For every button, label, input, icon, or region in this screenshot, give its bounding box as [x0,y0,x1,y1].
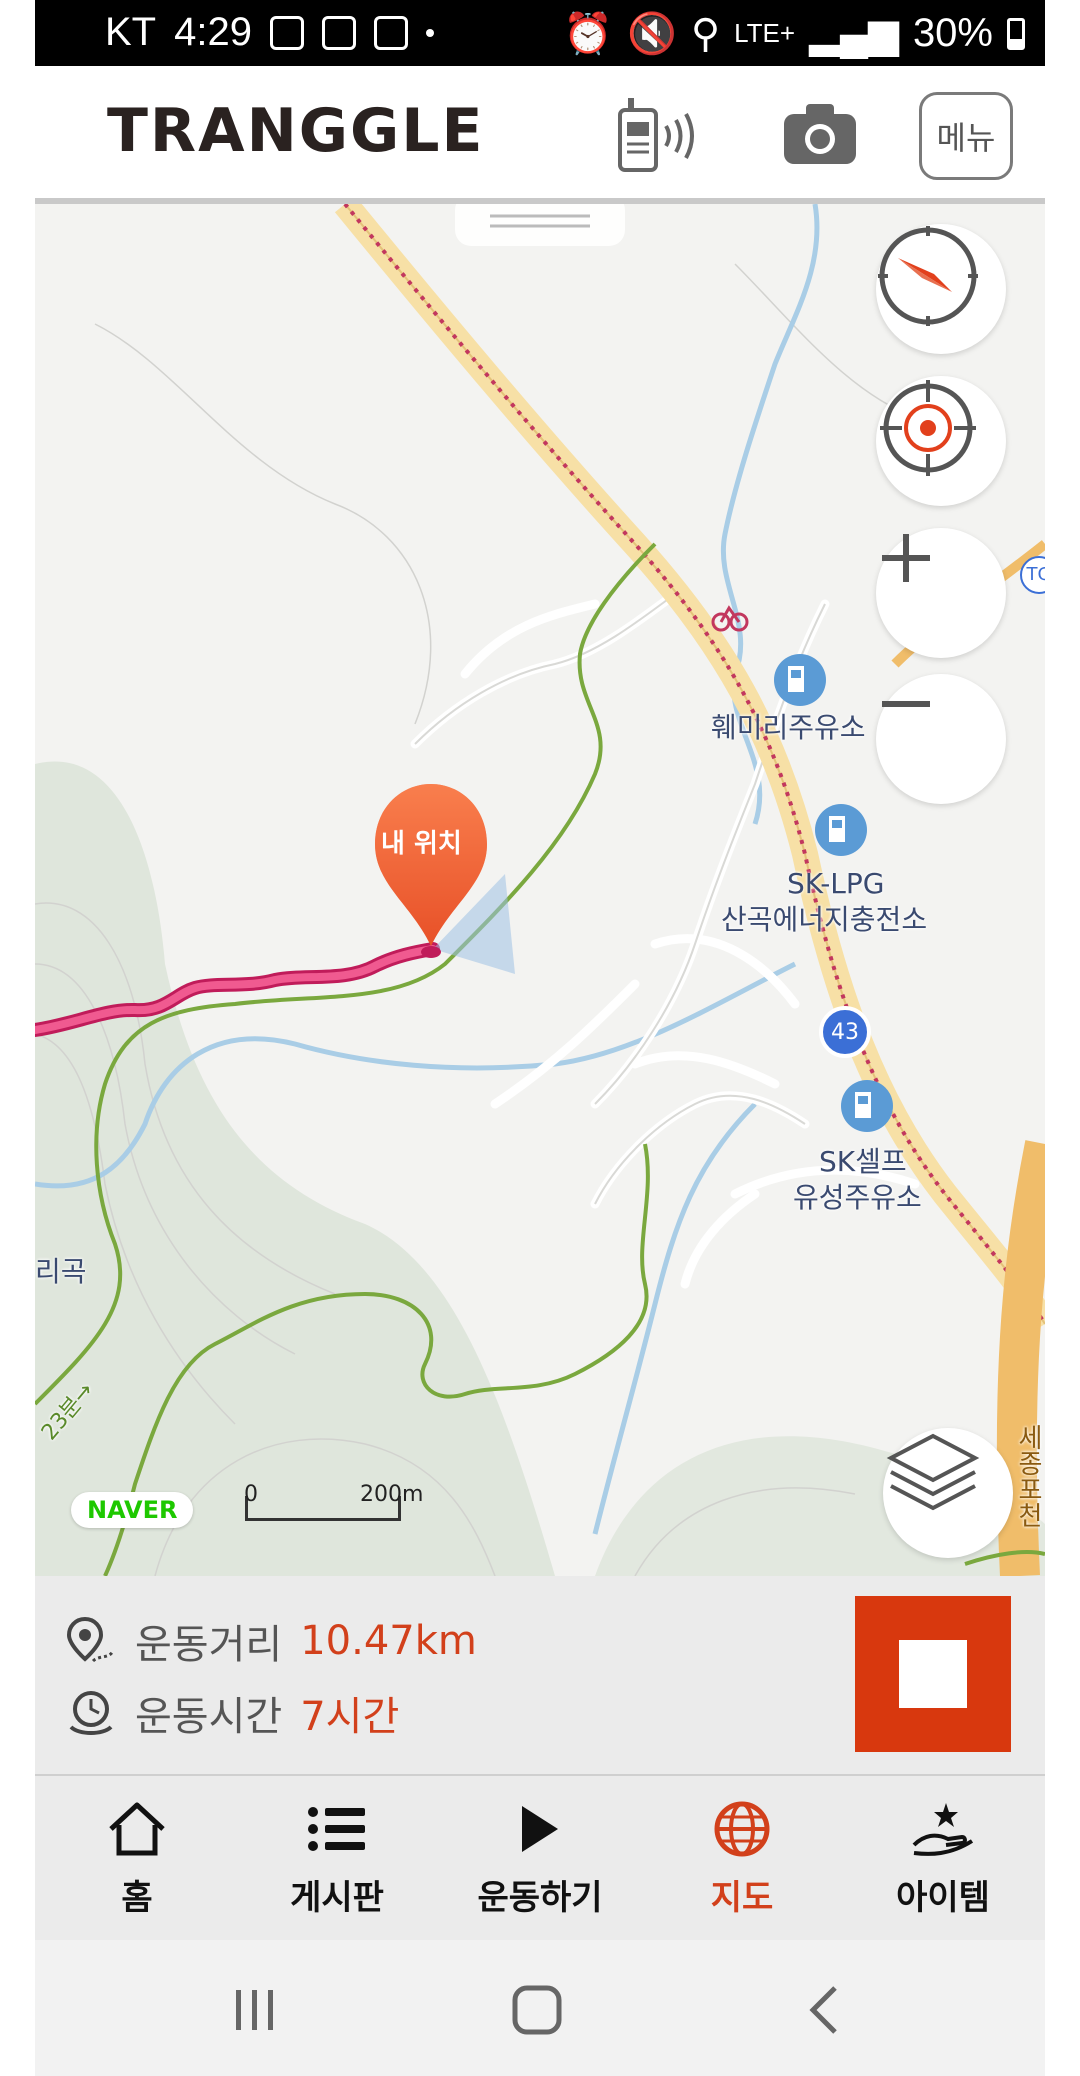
distance-label: 운동거리 [135,1622,283,1668]
status-right: ⏰ 🔇 ⚲ LTE+ ▂▄▆ 30% [563,10,1025,57]
map-scale-bar: 0 200m [244,1482,423,1521]
route-pin-icon [66,1616,115,1663]
bicycle-icon [711,605,749,632]
signal-icon: ▂▄▆ [809,11,899,56]
drag-handle[interactable] [455,204,625,246]
list-icon [308,1807,365,1851]
place-label: 리곡 [35,1255,87,1288]
news-notification-icon [373,15,408,50]
poi-label-station2-line1[interactable]: SK-LPG [787,866,884,902]
nav-board[interactable]: 게시판 [247,1796,427,1919]
clock-location-icon [69,1691,113,1735]
home-square-icon [512,1985,562,2035]
clock-text: 4:29 [174,10,252,54]
nav-map-label: 지도 [710,1878,774,1918]
location-icon: ⚲ [690,11,721,56]
home-icon [109,1802,165,1856]
status-bar: KT 4:29 ⏰ 🔇 ⚲ LTE+ ▂▄▆ 30% [35,0,1045,66]
camera-button[interactable] [770,92,870,174]
distance-row: 운동거리 10.47km [65,1612,477,1670]
distance-value: 10.47km [300,1618,477,1664]
recent-apps-button[interactable] [230,1986,280,2038]
menu-button[interactable]: 메뉴 [919,92,1013,180]
globe-icon [714,1801,770,1857]
gas-station-icon[interactable] [774,654,826,706]
layers-icon [886,1433,980,1511]
nav-board-label: 게시판 [290,1878,384,1918]
time-row: 운동시간 7시간 [65,1684,399,1742]
network-text: LTE+ [734,18,796,48]
hand-star-icon [912,1803,974,1856]
mute-icon: 🔇 [627,12,677,56]
app-header: TRANGGLE 메뉴 [35,66,1045,204]
poi-label-station2-line2[interactable]: 산곡에너지충전소 [721,902,927,938]
nav-home[interactable]: 홈 [47,1796,227,1919]
time-value: 7시간 [300,1694,400,1740]
my-location-label: 내 위치 [381,829,462,859]
nav-item-shop[interactable]: 아이템 [853,1796,1033,1919]
zoom-out-button[interactable] [876,674,1006,804]
route-number-label: 43 [831,1020,859,1045]
road-outlines [414,593,826,1205]
stop-icon [899,1640,967,1708]
nav-item-shop-label: 아이템 [896,1878,990,1918]
battery-icon [1007,17,1025,50]
scale-end-label: 200m [360,1482,424,1507]
alarm-icon: ⏰ [563,12,614,56]
gas-station-icon[interactable] [815,804,867,856]
poi-label-station3-line1[interactable]: SK셀프 [819,1144,907,1180]
time-label: 운동시간 [135,1694,283,1740]
compass-button[interactable] [876,224,1006,354]
stop-workout-button[interactable] [855,1596,1011,1752]
workout-info-panel: 운동거리 10.47km 운동시간 7시간 [35,1576,1045,1776]
tranggle-logo[interactable]: TRANGGLE [107,96,485,166]
walkie-talkie-button[interactable] [605,92,715,174]
minus-icon [882,701,930,707]
recent-apps-icon [236,1990,273,2030]
camera-icon [784,104,856,164]
nav-exercise-label: 운동하기 [477,1878,603,1918]
walkie-talkie-icon [618,98,694,172]
system-nav-bar [35,1940,1045,2076]
bottom-nav: 홈 게시판 운동하기 지도 아이템 [35,1776,1045,1940]
crosshair-icon [880,380,976,476]
status-left: KT 4:29 [105,10,434,55]
plus-icon [882,534,930,582]
naver-logo: NAVER [71,1492,194,1528]
nav-map[interactable]: 지도 [652,1796,832,1919]
poi-label-station1[interactable]: 훼미리주유소 [711,710,866,746]
home-system-button[interactable] [511,1984,563,2040]
back-chevron-icon [809,1986,837,2034]
app-frame: KT 4:29 ⏰ 🔇 ⚲ LTE+ ▂▄▆ 30% TRANGGLE 메뉴 내… [35,0,1045,2076]
battery-text: 30% [912,11,993,55]
back-button[interactable] [805,1984,845,2040]
zoom-in-button[interactable] [876,528,1006,658]
nav-home-label: 홈 [121,1878,153,1918]
nav-exercise[interactable]: 운동하기 [450,1796,630,1919]
layers-button[interactable] [883,1428,1013,1558]
poi-label-station3-line2[interactable]: 유성주유소 [793,1180,922,1216]
map-view[interactable]: 내 위치 훼미리주유소 SK-LPG 산곡에너지충전소 SK셀프 유성주유소 4… [35,204,1045,1576]
my-location-button[interactable] [876,376,1006,506]
scale-start-label: 0 [244,1482,258,1507]
carrier-text: KT [105,10,157,54]
lock-notification-icon [269,15,304,50]
more-notifications-icon [425,28,434,37]
edit-notification-icon [321,15,356,50]
expressway-label: 세종포천 [1013,1424,1043,1528]
play-icon [522,1806,558,1852]
compass-icon [878,226,978,326]
gas-station-icon[interactable] [841,1080,893,1132]
